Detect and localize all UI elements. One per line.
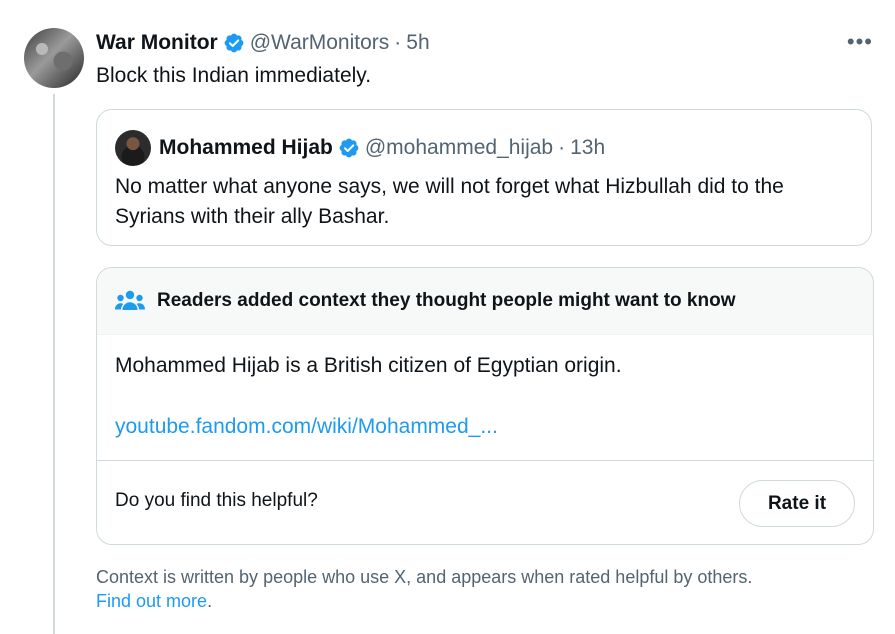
tweet-header: War Monitor @WarMonitors · 5h [96, 30, 430, 56]
tweet-timestamp[interactable]: 5h [406, 31, 429, 55]
more-horizontal-icon[interactable]: ••• [847, 31, 873, 53]
divider [97, 460, 873, 461]
author-handle[interactable]: @WarMonitors [250, 31, 390, 55]
helpful-prompt: Do you find this helpful? [115, 490, 318, 511]
quoted-author-avatar [115, 130, 151, 166]
footer-text: Context is written by people who use X, … [96, 567, 753, 587]
quoted-tweet[interactable]: Mohammed Hijab @mohammed_hijab · 13h No … [96, 109, 872, 246]
verified-badge-icon [224, 33, 244, 53]
thread-line [53, 94, 55, 634]
verified-badge-icon [339, 138, 359, 158]
community-note-body: Mohammed Hijab is a British citizen of E… [115, 354, 622, 377]
find-out-more-link[interactable]: Find out more [96, 591, 207, 611]
community-note-header: Readers added context they thought peopl… [97, 268, 873, 335]
people-group-icon [115, 290, 145, 310]
author-name[interactable]: War Monitor [96, 31, 218, 55]
header-separator: · [394, 31, 402, 54]
quoted-header-separator: · [558, 136, 566, 159]
community-note-footer: Context is written by people who use X, … [96, 565, 866, 613]
quoted-tweet-text: No matter what anyone says, we will not … [115, 175, 784, 228]
quoted-author-handle: @mohammed_hijab [364, 136, 554, 159]
community-note-title: Readers added context they thought peopl… [157, 290, 736, 311]
community-note: Readers added context they thought peopl… [96, 267, 874, 545]
quoted-tweet-header: Mohammed Hijab @mohammed_hijab · 13h [115, 130, 605, 166]
tweet-text: Block this Indian immediately. [96, 64, 372, 87]
author-avatar[interactable] [24, 28, 84, 88]
rate-it-button[interactable]: Rate it [739, 480, 855, 527]
quoted-author-name: Mohammed Hijab [159, 136, 333, 159]
footer-period: . [207, 591, 213, 611]
quoted-tweet-timestamp: 13h [570, 136, 606, 159]
community-note-source-link[interactable]: youtube.fandom.com/wiki/Mohammed_... [115, 415, 498, 439]
